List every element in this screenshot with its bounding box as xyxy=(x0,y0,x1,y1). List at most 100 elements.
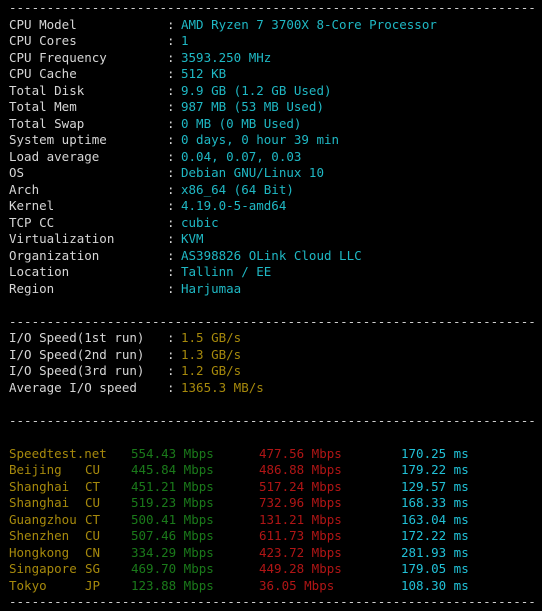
speedtest-download-speed: 423.72 Mbps xyxy=(259,544,342,560)
io-test-row-value: 1.5 GB/s xyxy=(181,330,242,345)
system-info-row-value: 0.04, 0.07, 0.03 xyxy=(181,148,302,164)
system-info-row-value: 512 KB xyxy=(181,66,227,81)
system-info-row-value: 1 xyxy=(181,33,189,48)
system-info-row-colon: : xyxy=(167,247,175,263)
speedtest-row: Shanghai CT 451.21 Mbps 517.24 Mbps 129.57 m… xyxy=(0,479,542,496)
speedtest-node-name: Shanghai xyxy=(9,495,70,510)
system-info-row-label: Virtualization xyxy=(9,231,115,246)
system-info-row: Total Swap:0 MB (0 MB Used) xyxy=(0,116,542,133)
speedtest-download-speed: 449.28 Mbps xyxy=(259,561,342,576)
speedtest-node-name: Speedtest.net xyxy=(9,445,107,461)
speedtest-upload-speed: 451.21 Mbps xyxy=(131,478,214,494)
system-info-row-label: Total Mem xyxy=(9,99,77,114)
system-info-row: Kernel:4.19.0-5-amd64 xyxy=(0,198,542,215)
speedtest-latency: 172.22 ms xyxy=(401,528,469,543)
speedtest-upload-speed: 507.46 Mbps xyxy=(131,528,214,543)
speedtest-row: Guangzhou CT 500.41 Mbps 131.21 Mbps 163.04 … xyxy=(0,512,542,529)
speedtest-country-code: CT xyxy=(85,511,101,527)
system-info-row-value: 4.19.0-5-amd64 xyxy=(181,198,287,213)
system-info-row-colon: : xyxy=(167,82,175,98)
speedtest-row: Singapore SG 469.70 Mbps 449.28 Mbps 179.05 … xyxy=(0,561,542,578)
io-test-row-colon: : xyxy=(167,379,175,395)
system-info-row-label: Location xyxy=(9,264,70,279)
io-test-row: Average I/O speed:1365.3 MB/s xyxy=(0,380,542,397)
speedtest-download-speed: 732.96 Mbps xyxy=(259,495,342,510)
system-info-row-label: System uptime xyxy=(9,132,107,147)
speedtest-row: Speedtest.net 554.43 Mbps 477.56 Mbps 170.2… xyxy=(0,446,542,463)
io-test-row-label: I/O Speed(2nd run) xyxy=(9,346,145,362)
system-info-row-value: 987 MB (53 MB Used) xyxy=(181,99,324,114)
speedtest-row: Shenzhen CU 507.46 Mbps 611.73 Mbps 172.22 m… xyxy=(0,528,542,545)
terminal-window: ----------------------------------------… xyxy=(0,0,542,609)
system-info-row-colon: : xyxy=(167,115,175,131)
io-test-row-value: 1365.3 MB/s xyxy=(181,379,264,395)
system-info-row-label: Total Swap xyxy=(9,115,85,131)
system-info-row: Organization: AS398826 OLink Cloud LLC xyxy=(0,248,542,265)
system-info-row: CPU Model: AMD Ryzen 7 3700X 8-Core Proce… xyxy=(0,17,542,34)
system-info-row-value: 0 days, 0 hour 39 min xyxy=(181,132,340,147)
io-test-row-label: I/O Speed(3rd run) xyxy=(9,363,145,378)
speedtest-upload-speed: 500.41 Mbps xyxy=(131,511,214,527)
system-info-row: System uptime:0 days, 0 hour 39 min xyxy=(0,132,542,149)
speedtest-upload-speed: 334.29 Mbps xyxy=(131,544,214,560)
system-info-row-value: Tallinn / EE xyxy=(181,264,272,279)
speedtest-row: Shanghai CU 519.23 Mbps 732.96 Mbps 168.33 m… xyxy=(0,495,542,512)
system-info-row-label: CPU Frequency xyxy=(9,49,107,65)
separator-bottom: ----------------------------------------… xyxy=(9,594,536,609)
speedtest-latency: 170.25 ms xyxy=(401,445,469,461)
speedtest-row: Tokyo JP 123.88 Mbps 36.05 Mbps 108.30 ms xyxy=(0,578,542,595)
system-info-row-value: cubic xyxy=(181,214,219,230)
system-info-row-label: Region xyxy=(9,280,55,296)
speedtest-upload-speed: 554.43 Mbps xyxy=(131,445,214,461)
system-info-row-colon: : xyxy=(167,231,175,246)
speedtest-country-code: CN xyxy=(85,544,101,560)
io-test-row-colon: : xyxy=(167,346,175,362)
speedtest-row: Hongkong CN 334.29 Mbps 423.72 Mbps 281.93 m… xyxy=(0,545,542,562)
system-info-row-value: 0 MB (0 MB Used) xyxy=(181,115,302,131)
io-test-row-colon: : xyxy=(167,363,175,378)
speedtest-node-name: Singapore xyxy=(9,561,77,576)
system-info-section: CPU Model: AMD Ryzen 7 3700X 8-Core Proce… xyxy=(0,17,542,298)
system-info-row-value: AMD Ryzen 7 3700X 8-Core Processor xyxy=(181,16,437,32)
io-test-row-value: 1.3 GB/s xyxy=(181,346,242,362)
system-info-row-value: 3593.250 MHz xyxy=(181,49,272,65)
spacer-after-system-info xyxy=(0,297,542,314)
speedtest-country-code: JP xyxy=(85,577,101,593)
speedtest-download-speed: 131.21 Mbps xyxy=(259,511,342,527)
system-info-row-value: 9.9 GB (1.2 GB Used) xyxy=(181,82,332,98)
system-info-row-value: KVM xyxy=(181,231,204,246)
system-info-row-colon: : xyxy=(167,66,175,81)
system-info-row-colon: : xyxy=(167,181,175,197)
system-info-row-value: Debian GNU/Linux 10 xyxy=(181,165,324,180)
speedtest-upload-speed: 123.88 Mbps xyxy=(131,577,214,593)
system-info-row-colon: : xyxy=(167,214,175,230)
system-info-row: Virtualization: KVM xyxy=(0,231,542,248)
system-info-row-colon: : xyxy=(167,280,175,296)
system-info-row-label: CPU Cache xyxy=(9,66,77,81)
system-info-row-label: OS xyxy=(9,165,25,180)
separator-io: ----------------------------------------… xyxy=(9,313,536,329)
io-test-row-value: 1.2 GB/s xyxy=(181,363,242,378)
speedtest-latency: 108.30 ms xyxy=(401,577,469,593)
io-test-row-colon: : xyxy=(167,330,175,345)
system-info-row-colon: : xyxy=(167,99,175,114)
system-info-row-colon: : xyxy=(167,132,175,147)
system-info-row: Total Disk:9.9 GB (1.2 GB Used) xyxy=(0,83,542,100)
io-test-section: I/O Speed(1st run):1.5 GB/s I/O Speed(2nd… xyxy=(0,330,542,396)
speedtest-latency: 179.22 ms xyxy=(401,462,469,477)
system-info-row-colon: : xyxy=(167,264,175,279)
speedtest-upload-speed: 469.70 Mbps xyxy=(131,561,214,576)
speedtest-latency: 168.33 ms xyxy=(401,495,469,510)
speedtest-country-code: CT xyxy=(85,478,101,494)
speedtest-node-name: Tokyo xyxy=(9,577,47,593)
io-test-row-label: Average I/O speed xyxy=(9,379,137,395)
system-info-row: CPU Frequency:3593.250 MHz xyxy=(0,50,542,67)
system-info-row: OS: Debian GNU/Linux 10 xyxy=(0,165,542,182)
system-info-row-label: Arch xyxy=(9,181,40,197)
system-info-row: CPU Cache:512 KB xyxy=(0,66,542,83)
io-test-row: I/O Speed(2nd run):1.3 GB/s xyxy=(0,347,542,364)
system-info-row-value: x86_64 (64 Bit) xyxy=(181,181,294,197)
system-info-row-colon: : xyxy=(167,33,175,48)
speedtest-node-name: Guangzhou xyxy=(9,511,77,527)
speedtest-download-speed: 36.05 Mbps xyxy=(259,577,335,593)
